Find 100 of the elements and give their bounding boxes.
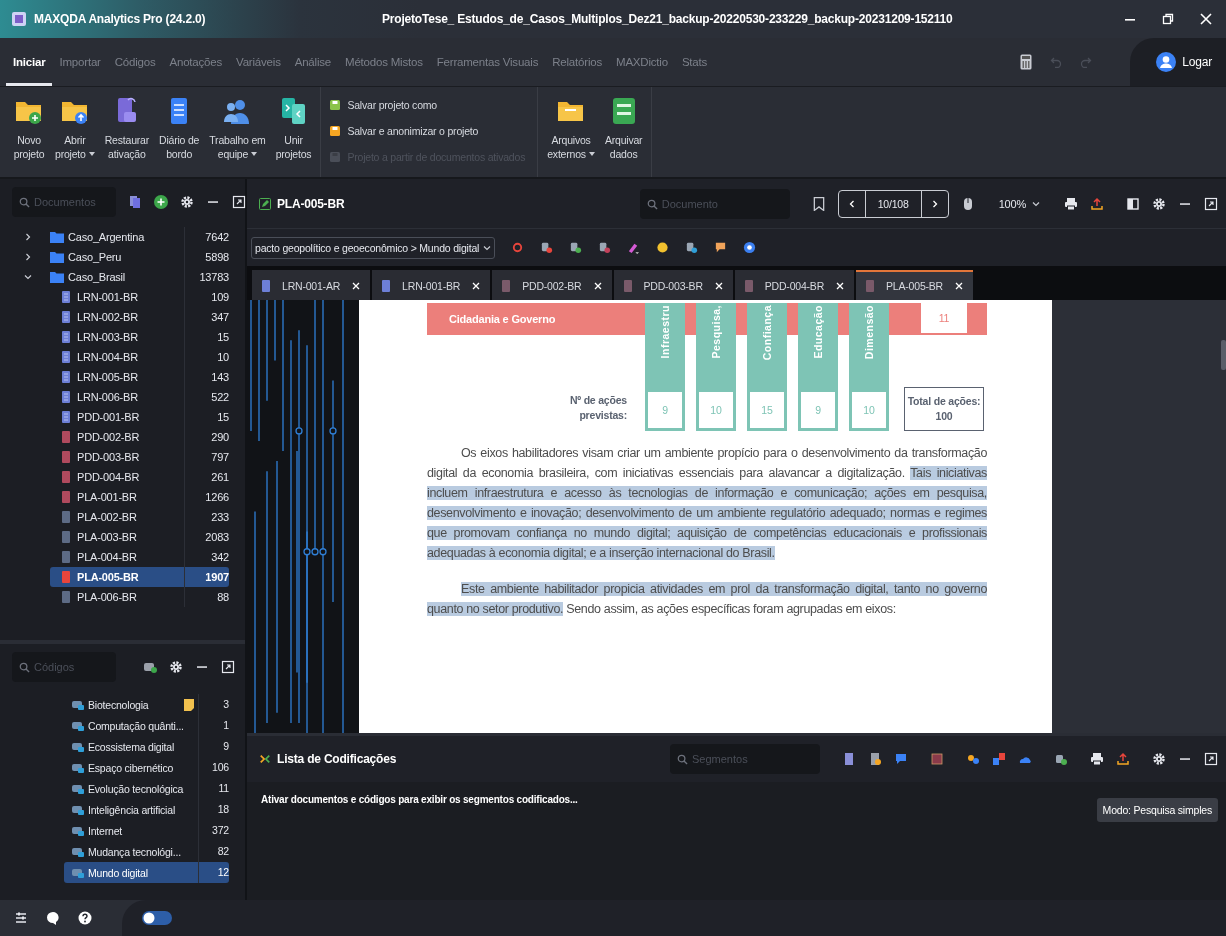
- document-icon[interactable]: [842, 752, 856, 766]
- code-plus-icon[interactable]: [685, 241, 699, 254]
- document-row[interactable]: PLA-003-BR 2083: [50, 527, 229, 547]
- highlighter-icon[interactable]: [627, 241, 641, 254]
- ribbon-button[interactable]: Arquivos externos: [542, 95, 600, 173]
- code-row[interactable]: Internet 372: [64, 820, 229, 841]
- close-icon[interactable]: [836, 282, 845, 290]
- edit-icon[interactable]: [259, 197, 271, 210]
- ribbon-button[interactable]: Arquivar dados: [599, 95, 648, 173]
- menu-tab[interactable]: Códigos: [107, 38, 163, 86]
- document-tab[interactable]: PDD-002-BR: [492, 270, 612, 300]
- code-row[interactable]: Inteligência artificial 18: [64, 799, 229, 820]
- document-row[interactable]: PLA-005-BR 1907: [50, 567, 229, 587]
- ribbon-button[interactable]: Restaurar ativação: [99, 95, 155, 173]
- settings-icon[interactable]: [1152, 752, 1166, 766]
- document-icon[interactable]: [868, 752, 882, 766]
- settings-icon[interactable]: [1152, 196, 1166, 211]
- code-plus-icon[interactable]: [569, 241, 583, 254]
- ribbon-button[interactable]: Trabalho em equipe: [204, 95, 271, 173]
- document-row[interactable]: PDD-002-BR 290: [50, 427, 229, 447]
- menu-tab[interactable]: Análise: [287, 38, 339, 86]
- document-tab[interactable]: PLA-005-BR: [856, 270, 973, 300]
- calculator-icon[interactable]: [1020, 54, 1033, 70]
- menu-tab[interactable]: Importar: [52, 38, 108, 86]
- menu-tab[interactable]: Variáveis: [229, 38, 288, 86]
- document-tab[interactable]: PDD-003-BR: [613, 270, 733, 300]
- code-row[interactable]: Computação quânti... 1: [64, 715, 229, 736]
- ribbon-button[interactable]: Diário de bordo: [154, 95, 205, 173]
- restore-icon[interactable]: [1162, 13, 1174, 25]
- document-tab[interactable]: LRN-001-BR: [372, 270, 491, 300]
- search-field[interactable]: Documentos: [12, 187, 116, 217]
- code-row[interactable]: Mundo digital 12: [64, 862, 229, 883]
- ribbon-menu-item[interactable]: Salvar projeto como: [329, 93, 526, 117]
- code-row[interactable]: Biotecnologia 3: [64, 694, 229, 715]
- detach-icon[interactable]: [232, 195, 246, 209]
- menu-tab[interactable]: Stats: [674, 38, 715, 86]
- print-icon[interactable]: [1064, 196, 1078, 211]
- ribbon-button[interactable]: Novo projeto: [8, 95, 50, 173]
- document-row[interactable]: PLA-002-BR 233: [50, 507, 229, 527]
- menu-tab[interactable]: Métodos Mistos: [338, 38, 430, 86]
- code-plus-icon[interactable]: [143, 660, 157, 674]
- panel-icon[interactable]: [1126, 196, 1140, 211]
- detach-icon[interactable]: [1204, 752, 1218, 766]
- pin-icon[interactable]: [511, 241, 525, 254]
- document-row[interactable]: PDD-001-BR 15: [50, 407, 229, 427]
- page-number[interactable]: 10/108: [864, 190, 922, 217]
- code-row[interactable]: Ecossistema digital 9: [64, 736, 229, 757]
- close-icon[interactable]: [472, 282, 481, 290]
- search-field[interactable]: Códigos: [12, 652, 116, 682]
- bookmark-icon[interactable]: [811, 196, 826, 211]
- document-row[interactable]: PLA-001-BR 1266: [50, 487, 229, 507]
- chevron-icon[interactable]: [24, 253, 32, 261]
- plus-icon[interactable]: [154, 195, 168, 209]
- ribbon-button[interactable]: Unir projetos: [270, 95, 317, 173]
- ribbon-button[interactable]: Abrir projeto: [50, 95, 100, 173]
- search-field[interactable]: Segmentos: [670, 744, 820, 774]
- export-icon[interactable]: [1116, 752, 1130, 766]
- settings-icon[interactable]: [169, 660, 183, 674]
- help-icon[interactable]: [78, 911, 92, 925]
- close-icon[interactable]: [593, 282, 602, 290]
- close-icon[interactable]: [352, 282, 361, 290]
- ribbon-menu-item[interactable]: Salvar e anonimizar o projeto: [329, 119, 526, 143]
- document-row[interactable]: PDD-003-BR 797: [50, 447, 229, 467]
- settings-icon[interactable]: [180, 195, 194, 209]
- document-row[interactable]: LRN-004-BR 10: [50, 347, 229, 367]
- documents-icon[interactable]: [128, 195, 142, 209]
- menu-tab[interactable]: Anotações: [162, 38, 230, 86]
- folder-row[interactable]: Caso_Brasil 13783: [0, 267, 229, 287]
- document-tab[interactable]: LRN-001-AR: [252, 270, 371, 300]
- close-icon[interactable]: [955, 282, 963, 290]
- print-icon[interactable]: [1090, 752, 1104, 766]
- comment-icon[interactable]: [894, 752, 908, 766]
- comment-icon[interactable]: [714, 241, 728, 254]
- detach-icon[interactable]: [1204, 196, 1218, 211]
- code-row[interactable]: Espaço cibernético 106: [64, 757, 229, 778]
- document-tab[interactable]: PDD-004-BR: [734, 270, 855, 300]
- chevron-icon[interactable]: [24, 233, 32, 241]
- document-row[interactable]: LRN-003-BR 15: [50, 327, 229, 347]
- menu-tab[interactable]: MAXDictio: [609, 38, 675, 86]
- chat-icon[interactable]: [46, 911, 60, 925]
- code-dropdown[interactable]: pacto geopolítico e geoeconômico > Mundo digital: [251, 236, 496, 259]
- export-icon[interactable]: [1090, 196, 1104, 211]
- document-row[interactable]: LRN-001-BR 109: [50, 287, 229, 307]
- sliders-icon[interactable]: [14, 911, 28, 925]
- scrollbar[interactable]: [1221, 340, 1226, 370]
- folder-row[interactable]: Caso_Peru 5898: [0, 247, 229, 267]
- code-plus-icon[interactable]: [540, 241, 554, 254]
- memo-icon[interactable]: [184, 698, 194, 711]
- target-icon[interactable]: [743, 241, 757, 254]
- document-row[interactable]: LRN-006-BR 522: [50, 387, 229, 407]
- document-row[interactable]: LRN-002-BR 347: [50, 307, 229, 327]
- code-row[interactable]: Evolução tecnológica 11: [64, 778, 229, 799]
- close-icon[interactable]: [714, 282, 723, 290]
- login-button[interactable]: Logar: [1130, 38, 1226, 86]
- document-row[interactable]: LRN-005-BR 143: [50, 367, 229, 387]
- document-row[interactable]: PDD-004-BR 261: [50, 467, 229, 487]
- menu-tab[interactable]: Ferramentas Visuais: [429, 38, 546, 86]
- zoom-dropdown[interactable]: 100%: [998, 197, 1040, 210]
- menu-tab[interactable]: Relatórios: [545, 38, 609, 86]
- code-minus-icon[interactable]: [598, 241, 612, 254]
